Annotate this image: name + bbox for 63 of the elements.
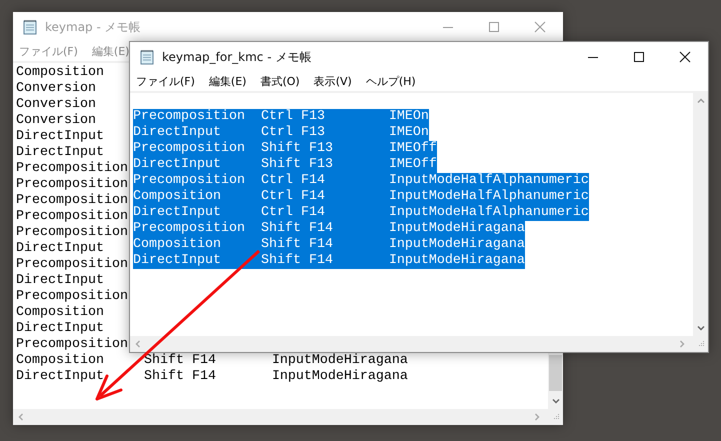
text-line: Precomposition	[16, 289, 128, 305]
text-line: InputModeHalfAlphanumeric	[388, 189, 589, 205]
text-line: Shift F14	[260, 237, 334, 253]
text-line: Shift F14	[260, 253, 334, 269]
text-line: IMEOff	[388, 141, 437, 157]
menu-item[interactable]: 表示(V)	[314, 74, 352, 89]
text-line: InputModeHiragana	[272, 369, 408, 385]
text-line: Ctrl F13	[260, 109, 326, 125]
text-line: Conversion	[16, 113, 96, 129]
text-line: Shift F14	[144, 369, 217, 385]
text-line: Composition	[16, 353, 105, 369]
text-line: IMEOn	[388, 109, 429, 125]
text-line: Precomposition	[133, 109, 246, 125]
text-line: Composition	[133, 237, 222, 253]
menu-item[interactable]: ファイル(F)	[136, 74, 195, 89]
text-line: DirectInput	[16, 273, 104, 289]
text-line: IMEOn	[388, 125, 429, 141]
text-line: InputModeHiragana	[388, 253, 525, 269]
menu-item[interactable]: 書式(O)	[260, 74, 300, 89]
text-line: DirectInput	[16, 129, 104, 145]
text-line: InputModeHiragana	[272, 353, 408, 369]
notepad-icon	[139, 49, 155, 65]
text-line: InputModeHalfAlphanumeric	[388, 205, 589, 221]
text-line: Precomposition	[16, 257, 128, 273]
text-line: Composition	[16, 305, 104, 321]
text-line: InputModeHiragana	[388, 237, 525, 253]
text-line: Precomposition	[16, 209, 128, 225]
text-line: Shift F14	[144, 353, 217, 369]
window-title: keymap_for_kmc - メモ帳	[162, 48, 312, 66]
text-line: DirectInput	[16, 145, 104, 161]
text-line: Precomposition	[16, 337, 128, 353]
text-line: DirectInput	[133, 205, 222, 221]
text-line: Conversion	[16, 81, 96, 97]
text-line: Precomposition	[133, 221, 246, 237]
text-line: DirectInput	[16, 369, 105, 385]
text-line: Precomposition	[16, 177, 128, 193]
text-line: DirectInput	[133, 157, 222, 173]
menu-item[interactable]: 編集(E)	[208, 74, 246, 89]
notepad-icon	[22, 19, 38, 35]
text-line: InputModeHalfAlphanumeric	[388, 173, 589, 189]
text-line: Precomposition	[16, 225, 128, 241]
text-line: Composition	[16, 65, 104, 81]
text-line: Ctrl F14	[260, 189, 326, 205]
text-line: DirectInput	[133, 125, 222, 141]
menu-item[interactable]: ヘルプ(H)	[366, 74, 416, 89]
text-line: Shift F13	[260, 141, 334, 157]
text-line: Ctrl F14	[260, 205, 326, 221]
text-line: DirectInput	[16, 241, 104, 257]
text-line: Precomposition	[133, 173, 246, 189]
text-line: DirectInput	[133, 253, 222, 269]
text-line: Shift F14	[260, 221, 334, 237]
text-line: DirectInput	[16, 321, 104, 337]
window-title: keymap - メモ帳	[45, 18, 141, 36]
text-line: Precomposition	[133, 141, 246, 157]
text-line: Composition	[133, 189, 222, 205]
text-line: Ctrl F13	[260, 125, 326, 141]
text-line: Shift F13	[260, 157, 334, 173]
text-line: InputModeHiragana	[388, 221, 525, 237]
text-line: Precomposition	[16, 193, 128, 209]
text-line: IMEOff	[388, 157, 437, 173]
text-line: Ctrl F14	[260, 173, 326, 189]
text-line: Precomposition	[16, 161, 128, 177]
text-line: Conversion	[16, 97, 96, 113]
